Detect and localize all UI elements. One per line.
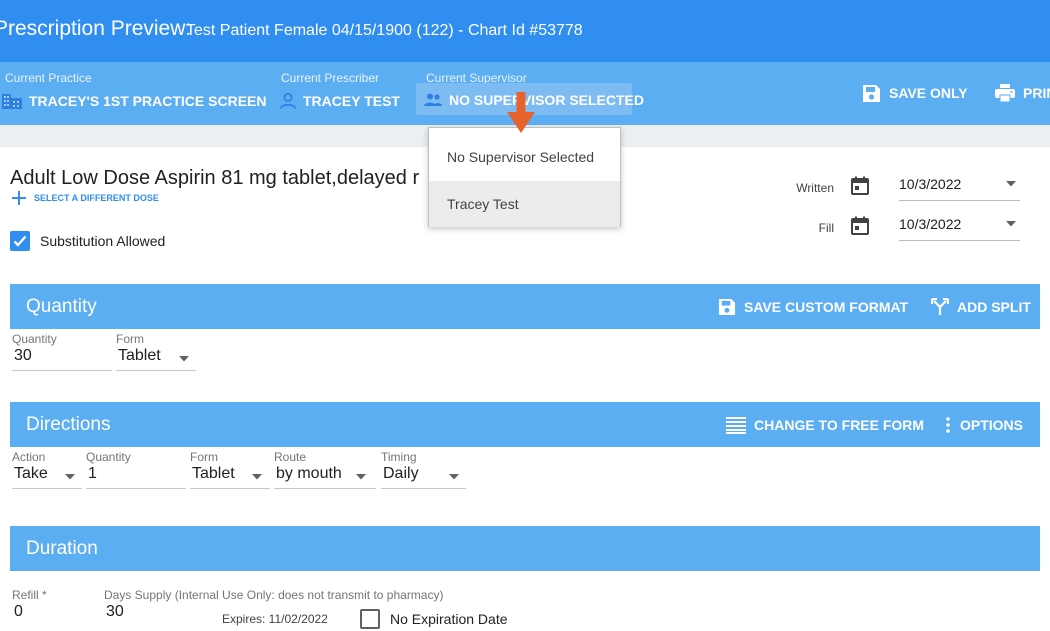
written-label: Written — [796, 181, 834, 195]
expiration-text: Expires: 11/02/2022 — [222, 612, 328, 626]
fill-label: Fill — [818, 221, 834, 235]
directions-section-title: Directions — [26, 414, 111, 435]
supervisor-option-none[interactable]: No Supervisor Selected — [429, 134, 620, 180]
quantity-section-header: Quantity SAVE CUSTOM FORMAT ADD SPLIT — [10, 284, 1040, 329]
written-date-value: 10/3/2022 — [899, 176, 962, 192]
person-icon — [280, 93, 296, 109]
current-prescriber-value[interactable]: TRACEY TEST — [279, 91, 400, 111]
print-button[interactable]: PRINT — [995, 81, 1050, 105]
chevron-down-icon — [65, 474, 75, 480]
duration-section-title: Duration — [26, 538, 98, 559]
options-button[interactable]: OPTIONS — [944, 415, 1023, 435]
chevron-down-icon — [1006, 181, 1016, 187]
calendar-icon — [851, 176, 869, 195]
save-only-button[interactable]: SAVE ONLY — [862, 81, 968, 105]
substitution-label: Substitution Allowed — [40, 233, 166, 249]
duration-section-header: Duration — [10, 526, 1040, 571]
add-split-button[interactable]: ADD SPLIT — [931, 297, 1031, 317]
text-lines-icon — [726, 417, 746, 434]
no-expiration-label: No Expiration Date — [390, 611, 508, 627]
current-prescriber-label: Current Prescriber — [281, 71, 380, 85]
change-to-free-form-button[interactable]: CHANGE TO FREE FORM — [726, 415, 924, 435]
chevron-down-icon — [1006, 221, 1016, 227]
chevron-down-icon — [356, 474, 366, 480]
chevron-down-icon — [449, 474, 459, 480]
printer-icon — [995, 84, 1015, 102]
people-icon — [424, 93, 442, 106]
substitution-checkbox[interactable] — [10, 231, 30, 251]
save-icon — [863, 84, 880, 102]
current-practice-value[interactable]: TRACEY'S 1ST PRACTICE SCREEN — [1, 91, 266, 111]
fill-date-field[interactable]: Fill 10/3/2022 — [780, 212, 1030, 242]
save-custom-format-button[interactable]: SAVE CUSTOM FORMAT — [718, 297, 908, 317]
drug-name: Adult Low Dose Aspirin 81 mg tablet,dela… — [10, 167, 420, 189]
select-different-dose-link[interactable]: SELECT A DIFFERENT DOSE — [12, 191, 159, 205]
patient-info: Test Patient Female 04/15/1900 (122) - C… — [186, 22, 583, 39]
written-date-field[interactable]: Written 10/3/2022 — [780, 172, 1030, 202]
save-icon — [718, 298, 736, 316]
plus-icon — [12, 191, 26, 205]
no-expiration-date: No Expiration Date — [360, 609, 508, 629]
supervisor-dropdown-menu: No Supervisor Selected Tracey Test — [428, 127, 621, 227]
building-icon — [2, 94, 22, 109]
chevron-down-icon — [252, 474, 262, 480]
page-title: Prescription Preview: — [0, 17, 192, 40]
quantity-section-title: Quantity — [26, 296, 97, 317]
directions-section-header: Directions CHANGE TO FREE FORM OPTIONS — [10, 402, 1040, 447]
more-vertical-icon — [946, 417, 950, 433]
annotation-arrow-icon — [507, 92, 535, 133]
calendar-icon — [851, 216, 869, 235]
current-practice-label: Current Practice — [5, 71, 92, 85]
fill-date-value: 10/3/2022 — [899, 216, 962, 232]
quantity-input: 30 — [14, 347, 32, 364]
split-icon — [931, 298, 949, 315]
no-expiration-checkbox[interactable] — [360, 609, 380, 629]
supervisor-option-tracey-test[interactable]: Tracey Test — [429, 181, 620, 227]
checkmark-icon — [13, 235, 27, 247]
title-bar: Prescription Preview: Test Patient Femal… — [0, 0, 1050, 62]
substitution-allowed: Substitution Allowed — [10, 231, 165, 251]
chevron-down-icon — [179, 356, 189, 362]
